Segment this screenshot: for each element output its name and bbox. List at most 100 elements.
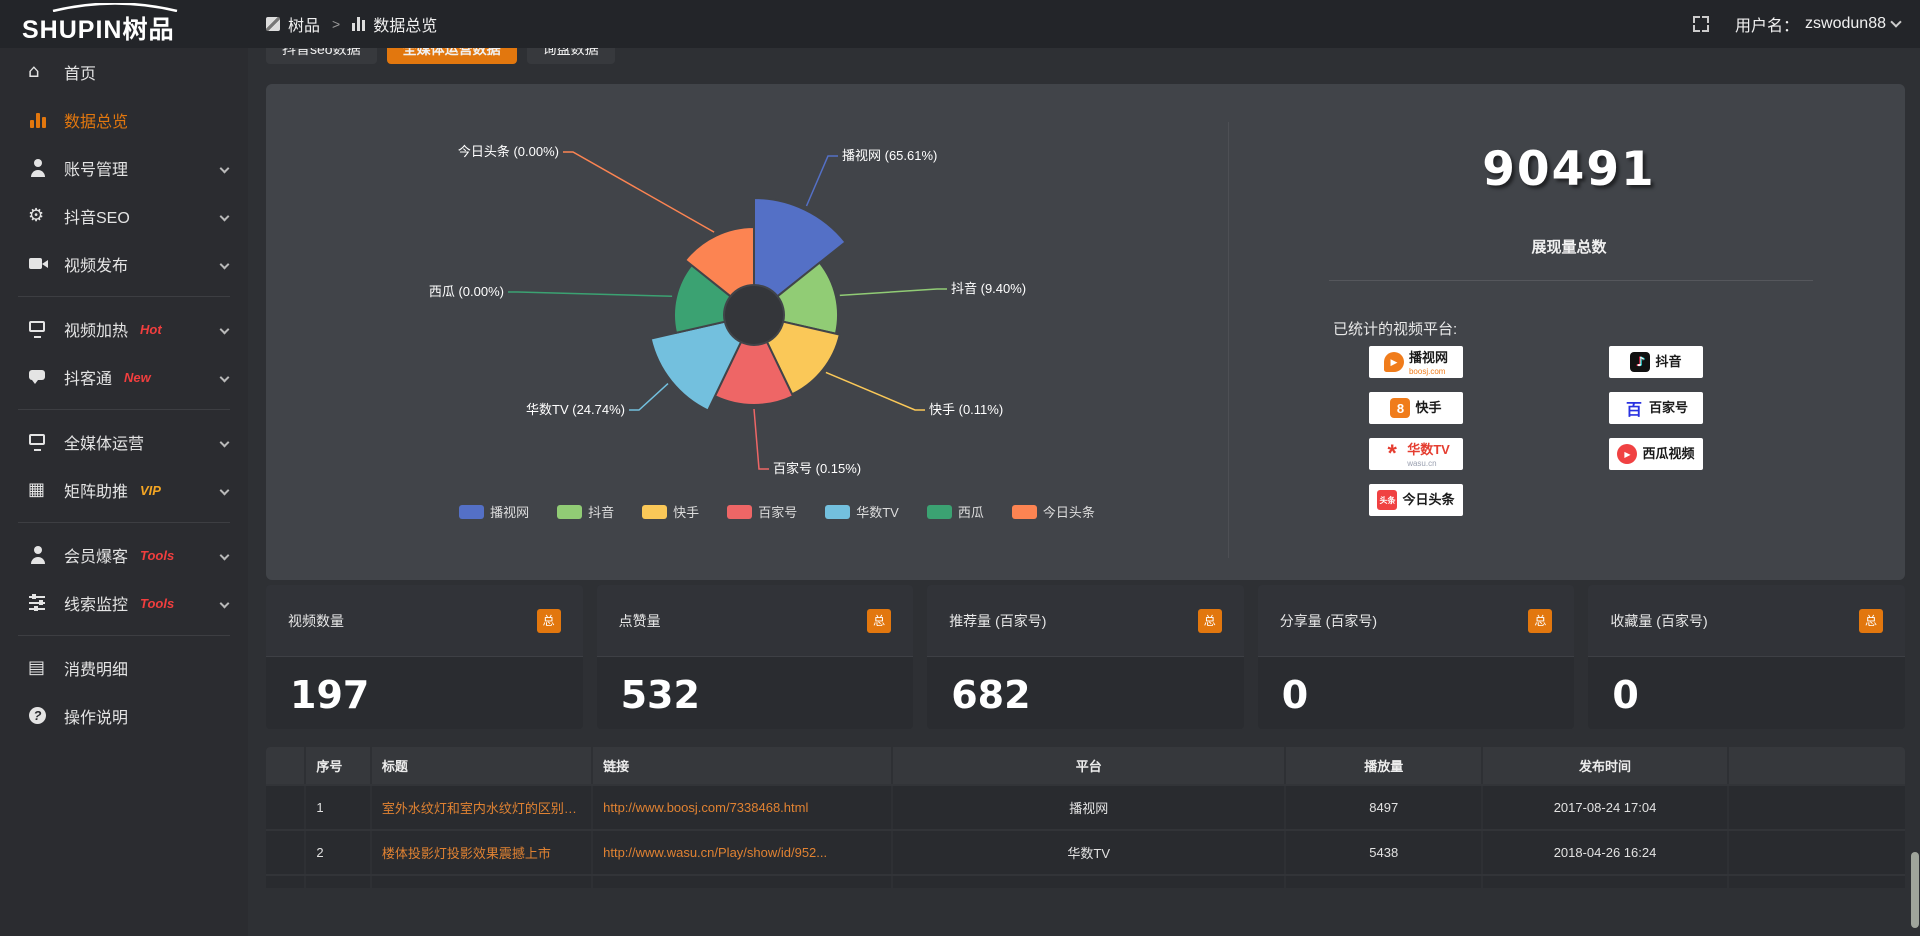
sidebar-item-4[interactable]: ⚙抖音SEO: [0, 192, 248, 240]
stat-card-label: 推荐量 (百家号): [949, 611, 1046, 631]
row-date: 2018-04-26 16:24: [1482, 830, 1728, 875]
stub-cell: [1482, 875, 1728, 888]
stat-card-2: 点赞量总532: [597, 585, 914, 729]
total-impressions-value: 90491: [1229, 142, 1909, 197]
summary-zone: 90491 展现量总数 已统计的视频平台: ▶播视网boosj.com8快手*华…: [1229, 84, 1905, 580]
stat-card-value: 0: [1588, 657, 1905, 717]
platform-subtext: boosj.com: [1409, 367, 1448, 376]
row-checkbox-cell: [266, 830, 305, 875]
sidebar-item-8[interactable]: 抖客通New: [0, 353, 248, 401]
breadcrumb-separator: >: [332, 16, 340, 32]
chevron-down-icon: [220, 163, 230, 173]
stat-card-value: 532: [597, 657, 914, 717]
chevron-down-icon: [220, 437, 230, 447]
legend-item-5[interactable]: 华数TV: [825, 502, 899, 521]
breadcrumb-current[interactable]: 数据总览: [373, 12, 437, 36]
breadcrumb-root[interactable]: 树品: [288, 12, 320, 36]
wasu-logo-icon: *: [1382, 444, 1402, 464]
sidebar-item-label: 线索监控: [64, 591, 128, 615]
legend-swatch: [927, 505, 952, 519]
stub-cell: [305, 875, 371, 888]
chevron-down-icon: [220, 550, 230, 560]
sidebar-item-11[interactable]: ▦矩阵助推VIP: [0, 466, 248, 514]
xigua-logo-icon: ▶: [1617, 444, 1637, 464]
table-row-1: 1室外水纹灯和室内水纹灯的区别和简介http://www.boosj.com/7…: [266, 785, 1905, 830]
sidebar-item-3[interactable]: 账号管理: [0, 144, 248, 192]
pie-label: 抖音 (9.40%): [951, 281, 1026, 296]
row-index: 1: [305, 785, 371, 830]
scrollbar-thumb[interactable]: [1911, 852, 1919, 928]
stat-card-label: 分享量 (百家号): [1280, 611, 1377, 631]
platform-name: 播视网: [1409, 350, 1448, 365]
receipt-icon: ▤: [28, 659, 50, 677]
fullscreen-icon[interactable]: [1693, 16, 1709, 32]
stat-card-header: 收藏量 (百家号)总: [1588, 585, 1905, 657]
app-logo[interactable]: SHUPIN树品: [0, 0, 248, 48]
row-checkbox-cell: [266, 785, 305, 830]
platform-name: 西瓜视频: [1642, 446, 1694, 461]
row-date: 2017-08-24 17:04: [1482, 785, 1728, 830]
stat-card-1: 视频数量总197: [266, 585, 583, 729]
platform-badge-douyin: ♪抖音: [1609, 346, 1703, 378]
sidebar-item-badge: New: [124, 370, 151, 385]
legend-item-4[interactable]: 百家号: [727, 502, 797, 521]
sidebar-item-5[interactable]: 视频发布: [0, 240, 248, 288]
grid-icon: ▦: [28, 481, 50, 499]
total-badge: 总: [1528, 609, 1552, 633]
pie-label: 今日头条 (0.00%): [458, 144, 559, 159]
kuaishou-logo-icon: 8: [1390, 398, 1410, 418]
row-title-link[interactable]: 室外水纹灯和室内水纹灯的区别和简介: [371, 785, 592, 830]
sidebar-item-10[interactable]: 全媒体运营: [0, 418, 248, 466]
toutiao-logo-icon: 头条: [1377, 490, 1397, 510]
legend-item-1[interactable]: 播视网: [459, 502, 529, 521]
legend-item-6[interactable]: 西瓜: [927, 502, 984, 521]
sidebar-item-label: 首页: [64, 60, 96, 84]
platforms-label: 已统计的视频平台:: [1333, 318, 1457, 339]
platform-badge-text: 播视网 boosj.com: [1409, 349, 1448, 376]
row-extra-cell: [1728, 830, 1905, 875]
pie-label-line: [840, 289, 947, 295]
legend-item-3[interactable]: 快手: [642, 502, 699, 521]
platform-pie-chart: 播视网 (65.61%)抖音 (9.40%)快手 (0.11%)百家号 (0.1…: [266, 84, 1228, 554]
logo-text: SHUPIN树品: [22, 10, 174, 46]
stat-cards-row: 视频数量总197点赞量总532推荐量 (百家号)总682分享量 (百家号)总0收…: [266, 585, 1905, 729]
sidebar-item-label: 数据总览: [64, 108, 128, 132]
chevron-down-icon: [220, 372, 230, 382]
table-header-1: 序号: [305, 747, 371, 785]
legend-label: 华数TV: [856, 502, 899, 521]
legend-swatch: [642, 505, 667, 519]
baijiahao-logo-icon: 百: [1624, 398, 1644, 418]
table-header-4: 平台: [892, 747, 1285, 785]
sidebar-item-13[interactable]: 会员爆客Tools: [0, 531, 248, 579]
legend-swatch: [727, 505, 752, 519]
user-menu[interactable]: 用户名： zswodun88: [1735, 12, 1900, 36]
sidebar-item-7[interactable]: 视频加热Hot: [0, 305, 248, 353]
pie-label: 西瓜 (0.00%): [429, 284, 504, 299]
pie-label: 快手 (0.11%): [929, 402, 1003, 417]
main-content: 抖音seo数据全媒体运营数据询盘数据 播视网 (65.61%)抖音 (9.40%…: [248, 0, 1920, 888]
row-extra-cell: [1728, 785, 1905, 830]
table-row-2: 2楼体投影灯投影效果震撼上市http://www.wasu.cn/Play/sh…: [266, 830, 1905, 875]
legend-swatch: [825, 505, 850, 519]
sidebar-divider: [18, 635, 230, 636]
douyin-logo-icon: ♪: [1630, 352, 1650, 372]
question-icon: ?: [28, 707, 50, 725]
legend-label: 抖音: [588, 502, 614, 521]
sidebar-item-14[interactable]: 线索监控Tools: [0, 579, 248, 627]
stat-card-value: 682: [927, 657, 1244, 717]
stat-card-label: 点赞量: [619, 611, 661, 631]
legend-label: 百家号: [758, 502, 797, 521]
platform-badge-text: 西瓜视频: [1642, 445, 1694, 463]
sidebar-divider: [18, 409, 230, 410]
sidebar-item-2[interactable]: 数据总览: [0, 96, 248, 144]
videos-table-panel: 序号标题链接平台播放量发布时间 1室外水纹灯和室内水纹灯的区别和简介http:/…: [266, 747, 1905, 888]
legend-item-2[interactable]: 抖音: [557, 502, 614, 521]
sidebar-item-1[interactable]: ⌂首页: [0, 48, 248, 96]
row-url-link[interactable]: http://www.boosj.com/7338468.html: [592, 785, 892, 830]
sidebar-divider: [18, 296, 230, 297]
row-title-link[interactable]: 楼体投影灯投影效果震撼上市: [371, 830, 592, 875]
sidebar-item-17[interactable]: ?操作说明: [0, 692, 248, 740]
legend-item-7[interactable]: 今日头条: [1012, 502, 1095, 521]
sidebar-item-16[interactable]: ▤消费明细: [0, 644, 248, 692]
row-url-link[interactable]: http://www.wasu.cn/Play/show/id/952...: [592, 830, 892, 875]
